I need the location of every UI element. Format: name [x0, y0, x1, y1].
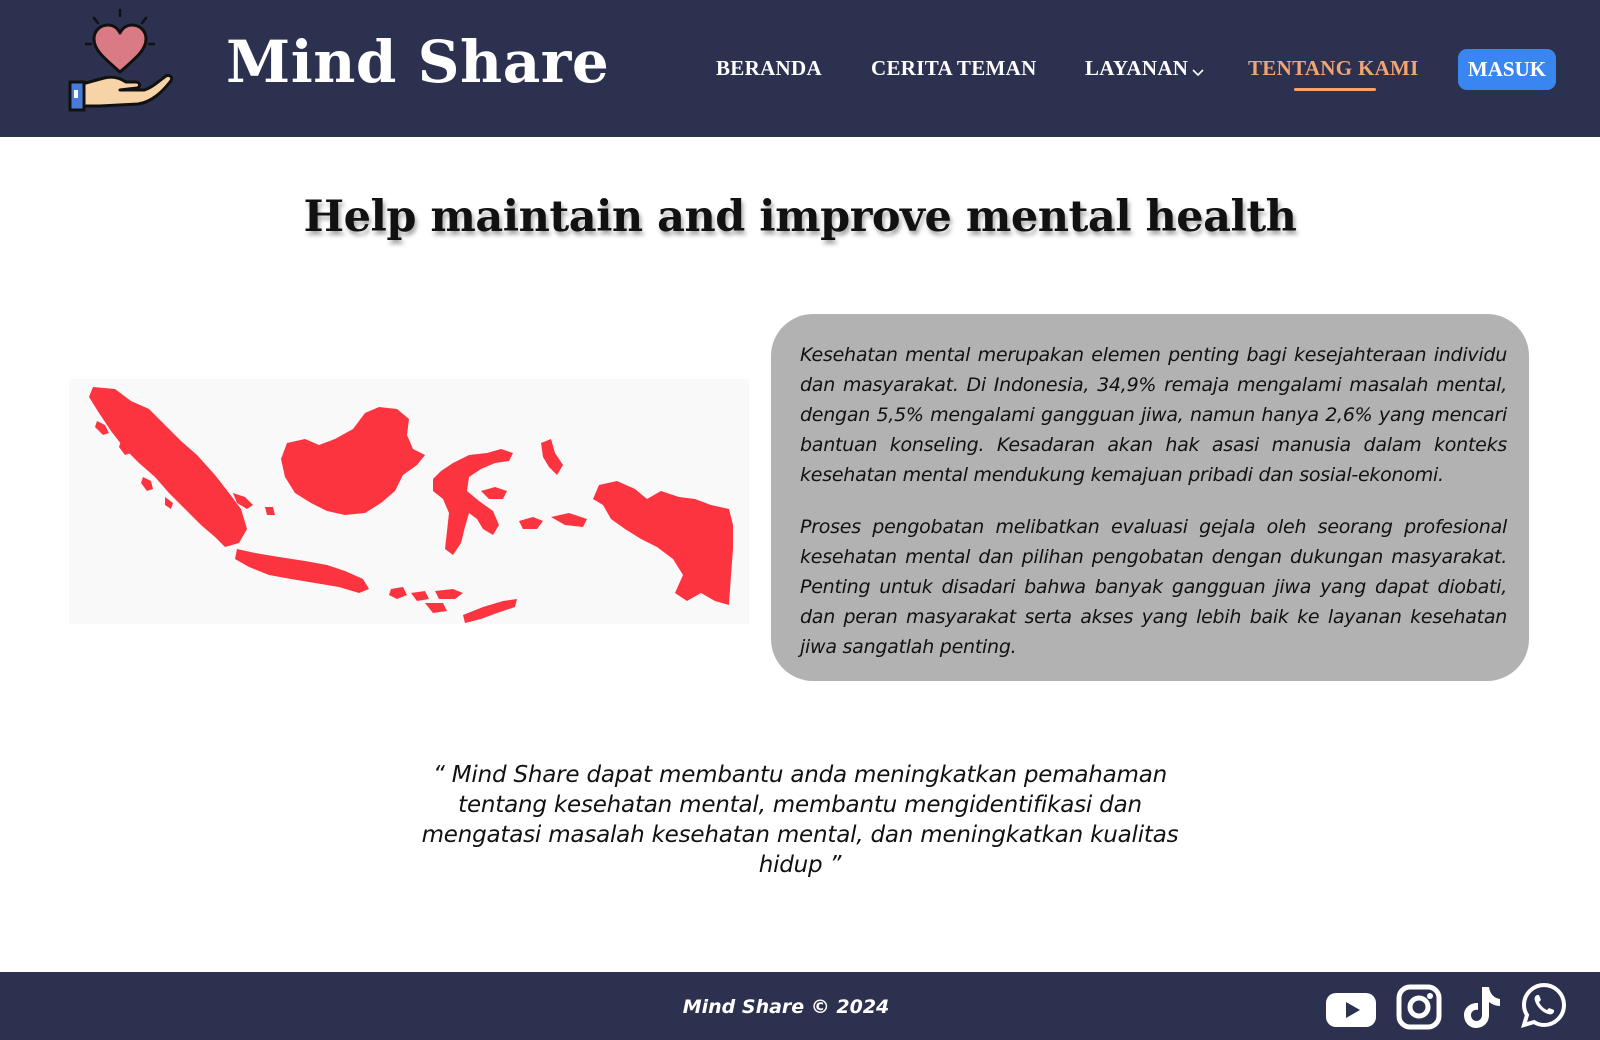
login-button[interactable]: MASUK — [1458, 49, 1556, 90]
info-paragraph: Proses pengobatan melibatkan evaluasi ge… — [800, 516, 1507, 658]
tiktok-icon[interactable] — [1462, 984, 1502, 1030]
nav-tentang-kami[interactable]: TENTANG KAMI — [1248, 56, 1419, 81]
info-card: Kesehatan mental merupakan elemen pentin… — [771, 314, 1529, 681]
chevron-down-icon — [1192, 58, 1204, 83]
youtube-icon[interactable] — [1325, 992, 1377, 1028]
main-nav: BERANDA CERITA TEMAN LAYANAN TENTANG KAM… — [0, 0, 1600, 137]
info-paragraph: Kesehatan mental merupakan elemen pentin… — [800, 344, 1507, 486]
indonesia-map-image — [69, 379, 749, 624]
indonesia-map-icon — [89, 387, 733, 623]
instagram-icon[interactable] — [1396, 984, 1442, 1030]
site-footer: Mind Share © 2024 — [0, 972, 1600, 1040]
nav-layanan-label: LAYANAN — [1085, 56, 1189, 80]
page-title: Help maintain and improve mental health — [303, 192, 1297, 242]
whatsapp-icon[interactable] — [1521, 982, 1567, 1028]
site-header: Mind Share BERANDA CERITA TEMAN LAYANAN … — [0, 0, 1600, 137]
nav-beranda[interactable]: BERANDA — [716, 56, 822, 81]
nav-layanan[interactable]: LAYANAN — [1085, 56, 1204, 83]
active-nav-underline — [1294, 88, 1376, 91]
mission-quote: “ Mind Share dapat membantu anda meningk… — [421, 762, 1179, 878]
nav-cerita-teman[interactable]: CERITA TEMAN — [871, 56, 1037, 81]
